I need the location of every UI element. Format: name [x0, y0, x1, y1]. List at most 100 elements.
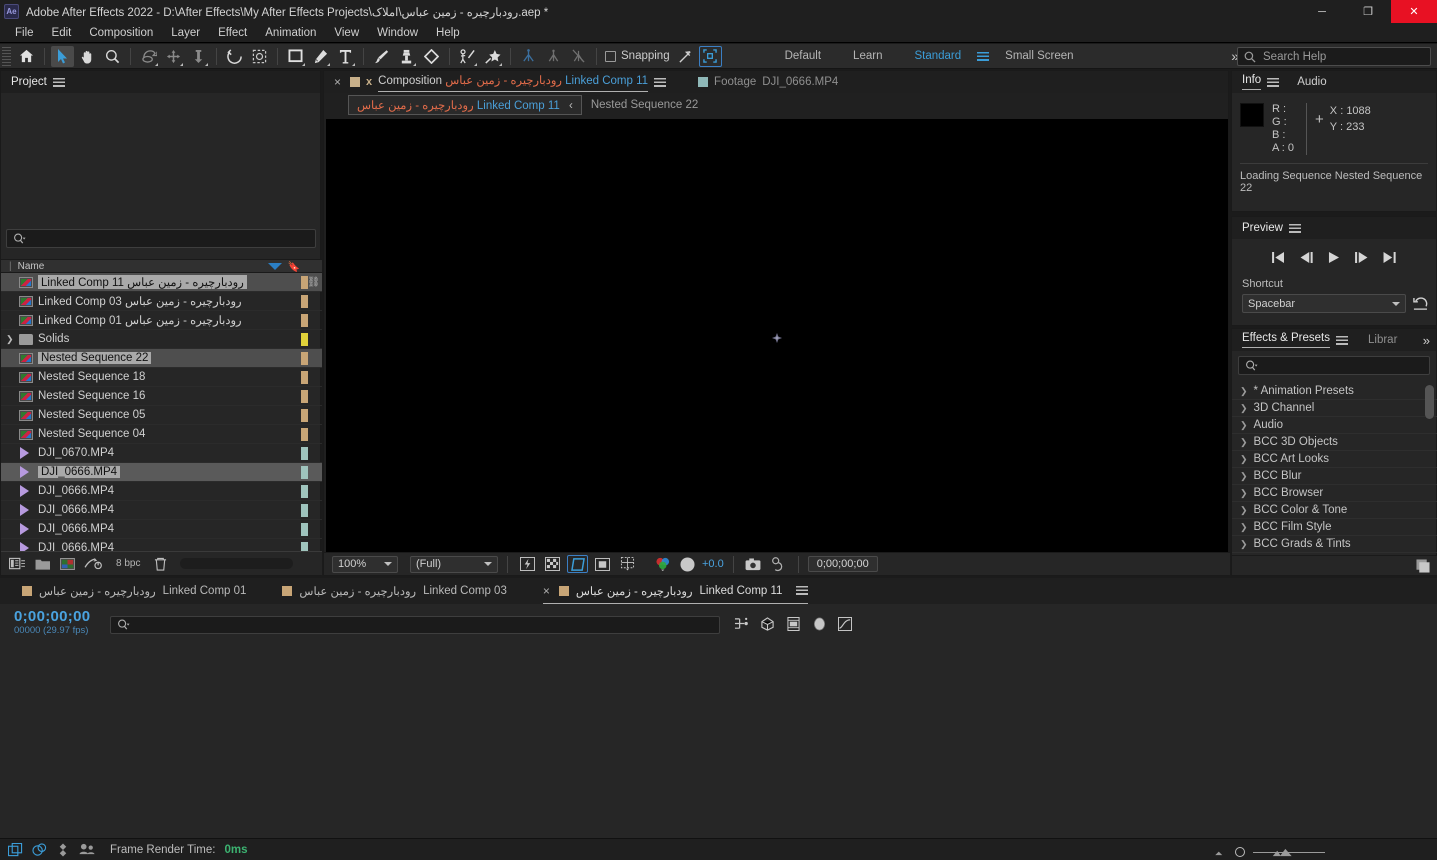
zoom-in-timeline-icon[interactable] — [1271, 848, 1297, 857]
effects-panel-menu-icon[interactable] — [1336, 335, 1348, 345]
effects-scrollbar[interactable] — [1425, 385, 1434, 419]
tab-project[interactable]: Project — [11, 76, 47, 88]
chevron-right-icon[interactable]: ❯ — [1240, 539, 1248, 550]
project-item-label-color[interactable] — [301, 522, 308, 536]
snap-vertex-icon[interactable] — [674, 46, 697, 67]
effects-category-item[interactable]: ❯ Audio — [1232, 417, 1437, 434]
timeline-zoom-control[interactable] — [1214, 847, 1325, 857]
project-item-name[interactable]: Nested Sequence 18 — [38, 371, 145, 383]
zoom-tool-icon[interactable] — [101, 46, 124, 67]
project-search-input[interactable] — [6, 229, 316, 248]
project-item-name[interactable]: Nested Sequence 22 — [38, 352, 152, 364]
first-frame-icon[interactable] — [1272, 251, 1285, 263]
menu-animation[interactable]: Animation — [256, 25, 325, 41]
project-item-name[interactable]: DJI_0666.MP4 — [38, 523, 114, 535]
tab-effects-presets[interactable]: Effects & Presets — [1242, 332, 1330, 348]
info-panel-menu-icon[interactable] — [1267, 77, 1280, 87]
toggle-mask-paths-icon[interactable] — [592, 555, 613, 573]
preview-panel-menu-icon[interactable] — [1288, 223, 1301, 233]
menu-view[interactable]: View — [325, 25, 368, 41]
workspace-standard[interactable]: Standard — [898, 50, 977, 62]
project-list-item[interactable]: Nested Sequence 22 — [1, 349, 322, 368]
project-item-label-color[interactable] — [301, 351, 308, 365]
effects-overflow-icon[interactable]: » — [1423, 333, 1430, 348]
project-item-label-color[interactable] — [301, 370, 308, 384]
chevron-right-icon[interactable]: ❯ — [1240, 505, 1248, 516]
tab-composition[interactable]: Composition رودبارچیره - زمین عباس Linke… — [378, 73, 649, 92]
previous-frame-icon[interactable] — [1300, 251, 1313, 263]
mask-tracker-icon[interactable] — [542, 46, 565, 67]
effects-category-item[interactable]: ❯ BCC Blur — [1232, 468, 1437, 485]
tab-footage-label[interactable]: Footage — [714, 76, 756, 88]
tab-audio[interactable]: Audio — [1297, 76, 1326, 88]
project-item-name[interactable]: رودبارچیره - زمین عباس Linked Comp 03 — [38, 294, 242, 308]
bit-depth-label[interactable]: 8 bpc — [111, 557, 145, 570]
memory-indicator-icon[interactable] — [56, 842, 70, 857]
chevron-right-icon[interactable]: ❯ — [1240, 522, 1248, 533]
project-list-item[interactable]: Nested Sequence 18 — [1, 368, 322, 387]
region-of-interest-icon[interactable] — [567, 555, 588, 573]
channel-selector-icon[interactable] — [652, 555, 673, 573]
fast-previews-icon[interactable] — [517, 555, 538, 573]
workspace-small-screen[interactable]: Small Screen — [989, 50, 1089, 62]
chevron-right-icon[interactable]: ❯ — [1240, 437, 1248, 448]
timeline-tab[interactable]: رودبارچیره - زمین عباس Linked Comp 01 — [22, 578, 246, 604]
composition-viewer[interactable] — [326, 119, 1228, 556]
exposure-reset-icon[interactable] — [677, 555, 698, 573]
next-frame-icon[interactable] — [1355, 251, 1368, 263]
menu-effect[interactable]: Effect — [209, 25, 256, 41]
composition-panel-menu-icon[interactable] — [654, 77, 667, 87]
disclosure-triangle-icon[interactable]: ❯ — [6, 334, 14, 345]
project-list-item[interactable]: Nested Sequence 04 — [1, 425, 322, 444]
effects-category-item[interactable]: ❯ BCC 3D Objects — [1232, 434, 1437, 451]
draft-3d-icon[interactable] — [756, 614, 778, 634]
breadcrumb-chevron-icon[interactable]: ‹ — [569, 100, 573, 112]
workspace-menu-icon[interactable] — [977, 51, 990, 61]
hand-tool-icon[interactable] — [76, 46, 99, 67]
project-list-item[interactable]: رودبارچیره - زمین عباس Linked Comp 03 — [1, 292, 322, 311]
close-timeline-tab-icon[interactable]: × — [543, 584, 550, 598]
snap-bounds-icon[interactable] — [698, 45, 722, 67]
chevron-right-icon[interactable]: ❯ — [1240, 471, 1248, 482]
puppet-position-tool-icon[interactable] — [456, 46, 479, 67]
minimize-button[interactable]: ─ — [1299, 0, 1345, 23]
timeline-tab[interactable]: رودبارچیره - زمین عباس Linked Comp 03 — [282, 578, 507, 604]
project-list-item[interactable]: رودبارچیره - زمین عباس Linked Comp 01 — [1, 311, 322, 330]
rigid-mask-tracking-icon[interactable] — [517, 46, 540, 67]
reset-shortcut-icon[interactable] — [1413, 296, 1428, 311]
effects-category-item[interactable]: ❯ BCC Browser — [1232, 485, 1437, 502]
project-item-label-color[interactable] — [301, 427, 308, 441]
project-list-item[interactable]: ❯ Solids — [1, 330, 322, 349]
project-item-name[interactable]: Solids — [38, 333, 69, 345]
zoom-level-dropdown[interactable]: 100% — [332, 555, 398, 573]
menu-edit[interactable]: Edit — [43, 25, 81, 41]
render-queue-icon[interactable] — [8, 842, 23, 857]
menu-layer[interactable]: Layer — [162, 25, 209, 41]
eraser-tool-icon[interactable] — [420, 46, 443, 67]
project-item-name[interactable]: Nested Sequence 04 — [38, 428, 145, 440]
chevron-right-icon[interactable]: ❯ — [1240, 386, 1248, 397]
last-frame-icon[interactable] — [1383, 251, 1396, 263]
selection-tool-icon[interactable] — [51, 45, 74, 67]
project-footer-slider[interactable] — [180, 558, 294, 569]
tab-libraries[interactable]: Librar — [1368, 334, 1397, 346]
composition-mini-flowchart-icon[interactable] — [730, 614, 752, 634]
composition-timecode[interactable]: 0;00;00;00 — [807, 556, 878, 572]
shape-tool-icon[interactable] — [284, 46, 307, 67]
workspace-default[interactable]: Default — [769, 50, 837, 62]
hide-shy-layers-icon[interactable] — [782, 614, 804, 634]
project-list-item[interactable]: رودبارچیره - زمین عباس Linked Comp 11 ⛓ — [1, 273, 322, 292]
search-help-field[interactable]: Search Help — [1237, 47, 1431, 66]
timeline-tab[interactable]: × رودبارچیره - زمین عباس Linked Comp 11 — [542, 578, 809, 604]
zoom-out-timeline-icon[interactable] — [1214, 849, 1227, 856]
breadcrumb-current[interactable]: رودبارچیره - زمین عباس Linked Comp 11 ‹ — [348, 95, 582, 115]
sort-arrow-icon[interactable] — [268, 263, 282, 270]
menu-window[interactable]: Window — [368, 25, 427, 41]
toolbar-grip[interactable] — [2, 46, 11, 66]
project-item-label-color[interactable] — [301, 408, 308, 422]
snapping-toggle[interactable]: Snapping — [605, 50, 670, 62]
motion-blur-icon[interactable] — [808, 614, 830, 634]
project-item-name[interactable]: Nested Sequence 16 — [38, 390, 145, 402]
show-snapshot-icon[interactable] — [768, 555, 789, 573]
snapping-checkbox[interactable] — [605, 50, 616, 62]
